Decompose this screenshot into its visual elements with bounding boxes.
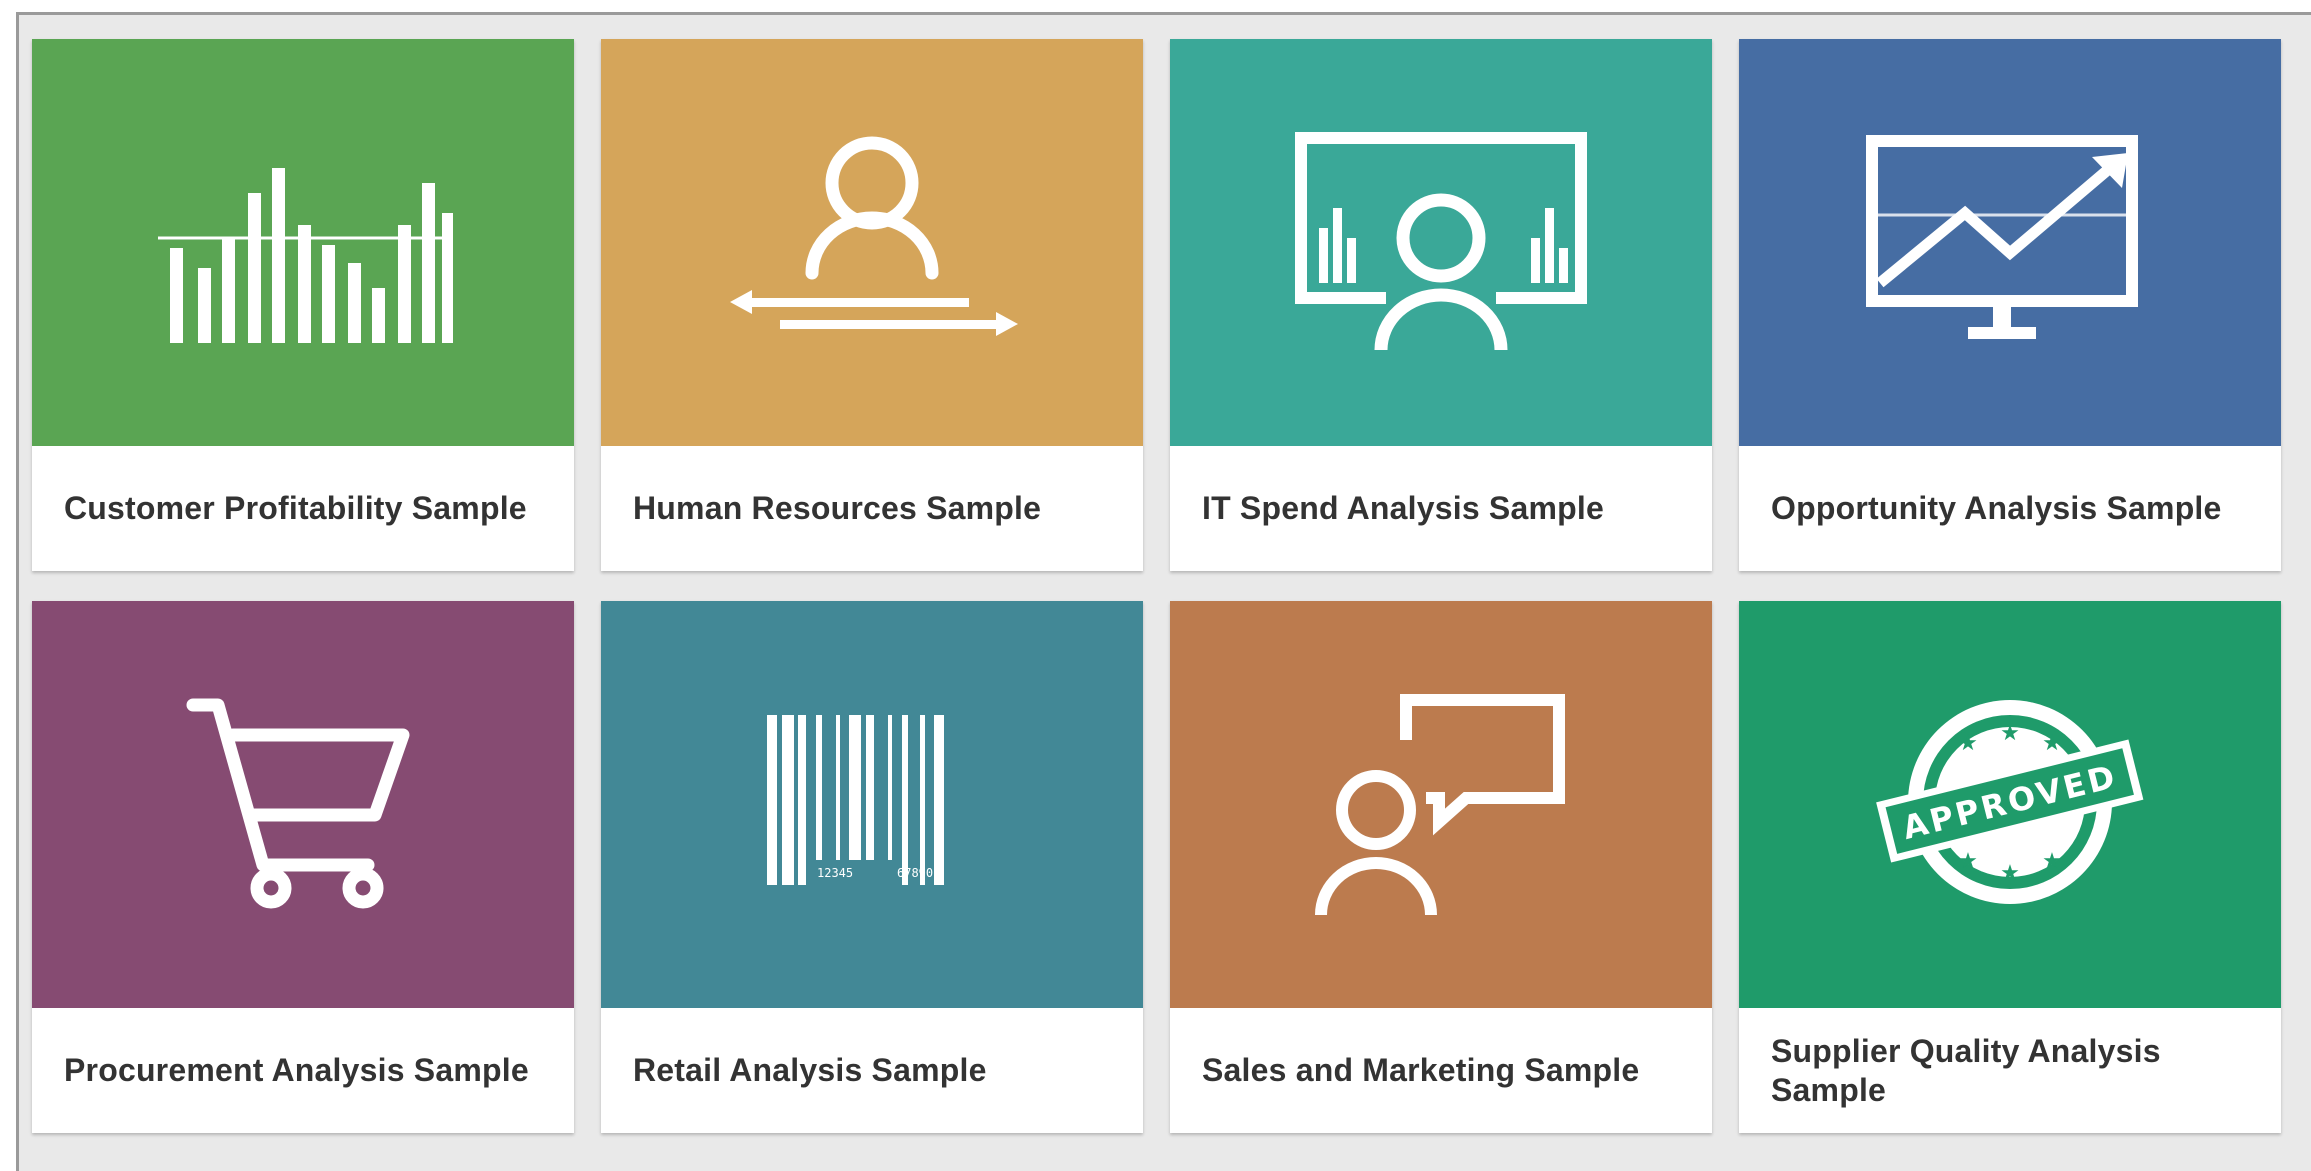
person-transfer-icon [730, 136, 1018, 336]
sample-tile-sales-and-marketing[interactable]: Sales and Marketing Sample [1170, 601, 1712, 1133]
bar-chart-icon-bar [348, 262, 361, 343]
barcode-icon: 12345 67890 [767, 714, 944, 885]
tile-art [32, 39, 574, 446]
barcode-icon-bar [816, 714, 822, 860]
barcode-icon-bar [767, 714, 777, 885]
tile-label: Sales and Marketing Sample [1202, 1052, 1640, 1089]
svg-text:★: ★ [1958, 849, 1978, 874]
svg-text:★: ★ [2042, 731, 2062, 756]
bar-chart-icon-bar [298, 224, 311, 343]
svg-text:★: ★ [2042, 849, 2062, 874]
tile-art [1170, 601, 1712, 1008]
barcode-icon-bar [849, 714, 861, 860]
shopping-cart-icon [186, 698, 410, 908]
tile-art [1170, 39, 1712, 446]
sample-tile-customer-profitability[interactable]: Customer Profitability Sample [32, 39, 574, 571]
barcode-icon-bar [866, 714, 874, 860]
bar-chart-icon-bar [198, 267, 211, 343]
sample-tile-opportunity-analysis[interactable]: Opportunity Analysis Sample [1739, 39, 2281, 571]
tile-label: Procurement Analysis Sample [64, 1052, 529, 1089]
bar-chart-icon-bar [442, 212, 453, 343]
bar-chart-icon-bar [272, 167, 285, 343]
person-speech-icon [1315, 693, 1565, 915]
tile-label: Customer Profitability Sample [64, 490, 527, 527]
sample-tile-supplier-quality[interactable]: ★ ★ ★ ★ ★ ★ APPROVED Supplier Quality An… [1739, 601, 2281, 1133]
tile-art [1739, 39, 2281, 446]
barcode-icon-bar [920, 714, 925, 885]
monitor-trend-icon [1866, 134, 2138, 339]
approved-stamp-icon: ★ ★ ★ ★ ★ ★ APPROVED [1876, 699, 2144, 904]
barcode-icon-bar [836, 714, 840, 860]
tile-label: IT Spend Analysis Sample [1202, 490, 1604, 527]
tile-art [32, 601, 574, 1008]
sample-tile-it-spend[interactable]: IT Spend Analysis Sample [1170, 39, 1712, 571]
sample-tile-procurement-analysis[interactable]: Procurement Analysis Sample [32, 601, 574, 1133]
bar-chart-icon-bar [322, 244, 335, 343]
tile-label: Opportunity Analysis Sample [1771, 490, 2222, 527]
sample-tile-human-resources[interactable]: Human Resources Sample [601, 39, 1143, 571]
tile-art: ★ ★ ★ ★ ★ ★ APPROVED [1739, 601, 2281, 1008]
presentation-screen-icon [1295, 131, 1587, 350]
barcode-icon-bar [782, 714, 794, 885]
barcode-icon-bar [902, 714, 908, 885]
svg-text:★: ★ [2000, 721, 2020, 746]
bar-chart-icon-bar [422, 182, 435, 343]
svg-text:★: ★ [1958, 731, 1978, 756]
tile-label: Human Resources Sample [633, 490, 1042, 527]
sample-tile-retail-analysis[interactable]: 12345 67890 Retail Analysis Sample [601, 601, 1143, 1133]
tile-art [601, 39, 1143, 446]
barcode-icon-bar [934, 714, 944, 885]
bar-chart-icon [158, 167, 453, 343]
barcode-icon-bar [798, 714, 806, 885]
bar-chart-icon-bar [170, 247, 183, 343]
barcode-left-digits: 12345 [817, 866, 853, 880]
bar-chart-icon-bar [222, 237, 235, 343]
svg-text:★: ★ [2000, 861, 2020, 886]
tile-art: 12345 67890 [601, 601, 1143, 1008]
bar-chart-icon-bar [248, 192, 261, 343]
tile-label: Supplier Quality Analysis Sample [1771, 1033, 2161, 1108]
barcode-right-digits: 67890 [897, 866, 933, 880]
barcode-icon-bar [888, 714, 892, 860]
tile-label: Retail Analysis Sample [633, 1052, 987, 1089]
bar-chart-icon-bar [372, 287, 385, 343]
sample-gallery: Customer Profitability Sample Human Reso… [32, 39, 2281, 1133]
bar-chart-icon-bar [398, 224, 411, 343]
